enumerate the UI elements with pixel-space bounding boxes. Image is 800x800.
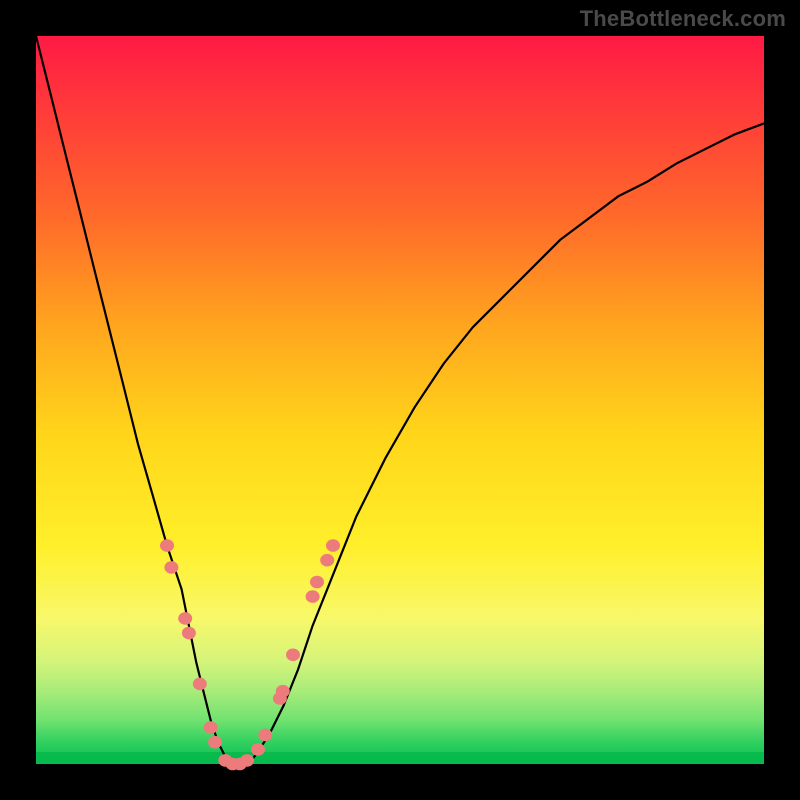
optimal-band xyxy=(36,752,764,764)
chart-frame: TheBottleneck.com xyxy=(0,0,800,800)
plot-area xyxy=(36,36,764,764)
attribution-text: TheBottleneck.com xyxy=(580,6,786,32)
